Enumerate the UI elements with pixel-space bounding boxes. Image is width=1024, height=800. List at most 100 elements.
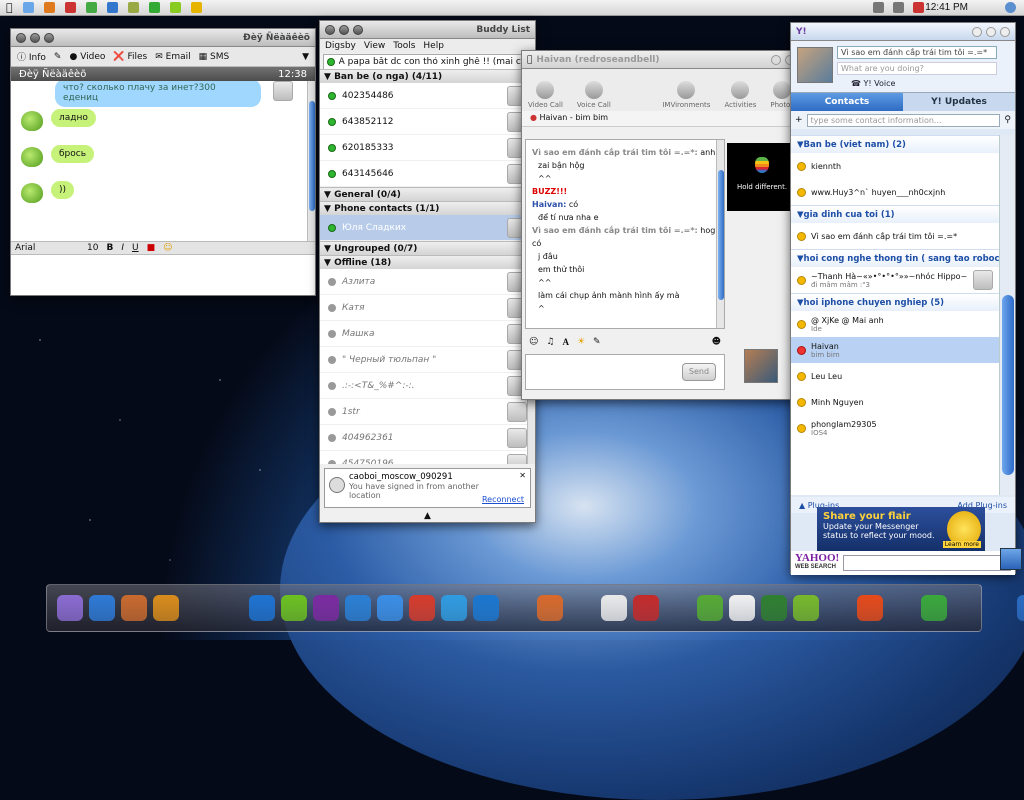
- contact-row[interactable]: @ XjKe @ Mai anh Ide: [791, 311, 999, 337]
- contact-row[interactable]: ~Thanh Hà~«»•°•°•°»»~nhóc Hippo~... đi mâ…: [791, 267, 999, 293]
- files-button[interactable]: ❌ Files: [113, 52, 147, 62]
- scroll-thumb[interactable]: [1002, 295, 1014, 475]
- group-header[interactable]: ▼ Ban be (o nga) (4/11): [320, 69, 535, 83]
- flag-icon[interactable]: [913, 2, 924, 13]
- resize-handle-icon[interactable]: [1000, 548, 1022, 570]
- dock-app-icon[interactable]: [409, 595, 435, 621]
- dock-app-icon[interactable]: [185, 595, 211, 621]
- apple-menu-icon[interactable]: : [6, 1, 13, 14]
- minimize-button[interactable]: [339, 24, 349, 35]
- apple-ad[interactable]: Hold different.: [727, 143, 797, 211]
- dock-app-icon[interactable]: [569, 595, 595, 621]
- group-header[interactable]: ▼ Phone contacts (1/1): [320, 201, 535, 215]
- group-header[interactable]: ▼ General (0/4): [320, 187, 535, 201]
- menu-digsby[interactable]: Digsby: [325, 41, 356, 51]
- dock-app-icon[interactable]: [1017, 595, 1024, 621]
- dock-app-icon[interactable]: [633, 595, 659, 621]
- font-select[interactable]: Arial: [15, 243, 79, 253]
- menubar-clock[interactable]: 12:41 PM: [925, 2, 968, 13]
- dock-app-icon[interactable]: [313, 595, 339, 621]
- voice-call-button[interactable]: Voice Call: [577, 81, 611, 109]
- underline-icon[interactable]: U: [132, 243, 139, 253]
- contact-row[interactable]: Vì sao em đánh cắp trái tim tôi =.=*: [791, 223, 999, 249]
- contact-row[interactable]: www.Huy3^n` huyen___nh0cxjnh: [791, 179, 999, 205]
- dock-app-icon[interactable]: [441, 595, 467, 621]
- close-button[interactable]: [16, 32, 26, 43]
- buddy-list-titlebar[interactable]: Buddy List: [320, 21, 535, 39]
- imvironments-button[interactable]: IMVironments: [662, 81, 710, 109]
- maximize-button[interactable]: [986, 26, 996, 37]
- audible-icon[interactable]: ♫: [546, 337, 554, 347]
- what-doing-field[interactable]: What are you doing?: [837, 62, 997, 75]
- contact-row[interactable]: kiennth: [791, 153, 999, 179]
- buddy-row[interactable]: 404962361: [320, 425, 535, 451]
- buddy-row[interactable]: Катя: [320, 295, 535, 321]
- yahoo-titlebar[interactable]: Y!: [791, 23, 1015, 41]
- buddy-row[interactable]: Машка: [320, 321, 535, 347]
- status-message[interactable]: Vì sao em đánh cắp trái tim tôi =.=*: [837, 46, 997, 59]
- collapse-icon[interactable]: ▲: [320, 511, 535, 521]
- menu-view[interactable]: View: [364, 41, 385, 51]
- scrollbar[interactable]: [999, 135, 1015, 495]
- dock-app-icon[interactable]: [761, 595, 787, 621]
- learn-more-button[interactable]: Learn more: [942, 541, 981, 548]
- font-icon[interactable]: A: [562, 337, 569, 347]
- buddy-row[interactable]: .:-:<T&_%#^:-:.: [320, 373, 535, 399]
- buddy-row[interactable]: " Черный тюльпан ": [320, 347, 535, 373]
- minimize-button[interactable]: [771, 54, 781, 65]
- yahoo-voice-link[interactable]: ☎ Y! Voice: [851, 79, 895, 88]
- chat2-titlebar[interactable]:  Haivan (redroseandbell): [522, 51, 800, 69]
- dock-app-icon[interactable]: [665, 595, 691, 621]
- group-header[interactable]: ▼ hoi cong nghe thong tin ( sang tao rob…: [791, 249, 999, 267]
- menu-tools[interactable]: Tools: [393, 41, 415, 51]
- video-call-button[interactable]: Video Call: [528, 81, 563, 109]
- dock-app-icon[interactable]: [281, 595, 307, 621]
- emoticon-icon[interactable]: ☺: [529, 337, 538, 347]
- send-button[interactable]: Send: [682, 363, 716, 381]
- dock-app-icon[interactable]: [249, 595, 275, 621]
- bold-icon[interactable]: B: [106, 243, 113, 253]
- group-header[interactable]: ▼ gia dinh cua toi (1): [791, 205, 999, 223]
- minimize-button[interactable]: [972, 26, 982, 37]
- im-icon[interactable]: ✎: [54, 52, 62, 62]
- dock-app-icon[interactable]: [57, 595, 83, 621]
- chat2-input[interactable]: Send: [525, 354, 725, 390]
- dock-app-icon[interactable]: [505, 595, 531, 621]
- dock-app-icon[interactable]: [601, 595, 627, 621]
- buddy-row[interactable]: 620185333: [320, 135, 535, 161]
- info-button[interactable]: ⓘ Info: [17, 50, 46, 63]
- contact-row[interactable]: Haivan bim bim: [791, 337, 999, 363]
- buddy-row[interactable]: 643145646: [320, 161, 535, 187]
- dock-app-icon[interactable]: [793, 595, 819, 621]
- group-header[interactable]: ▼ Ban be (viet nam) (2): [791, 135, 999, 153]
- dock-app-icon[interactable]: [473, 595, 499, 621]
- menubar-app-icon[interactable]: [148, 2, 160, 13]
- tab-updates[interactable]: Y! Updates: [903, 93, 1015, 111]
- tab-contacts[interactable]: Contacts: [791, 93, 903, 111]
- person-icon[interactable]: ☻: [712, 337, 721, 347]
- dock-app-icon[interactable]: [889, 595, 915, 621]
- buddy-row[interactable]: Азлита: [320, 269, 535, 295]
- web-search-input[interactable]: [843, 555, 1011, 571]
- reconnect-link[interactable]: Reconnect: [482, 495, 524, 504]
- buddy-row[interactable]: Юля Сладких: [320, 215, 535, 241]
- search-input[interactable]: type some contact information...: [806, 113, 1001, 127]
- dock-app-icon[interactable]: [921, 595, 947, 621]
- group-header[interactable]: ▼ Ungrouped (0/7): [320, 241, 535, 255]
- dock-app-icon[interactable]: [537, 595, 563, 621]
- activities-button[interactable]: Activities: [724, 81, 756, 109]
- dock-app-icon[interactable]: [121, 595, 147, 621]
- zoom-button[interactable]: [44, 32, 54, 43]
- zoom-button[interactable]: [353, 24, 363, 35]
- sun-icon[interactable]: ☀: [577, 337, 585, 347]
- sms-button[interactable]: ▦ SMS: [199, 52, 230, 62]
- dock-app-icon[interactable]: [697, 595, 723, 621]
- more-icon[interactable]: ▼: [302, 52, 309, 62]
- group-header[interactable]: ▼ hoi iphone chuyen nghiep (5): [791, 293, 999, 311]
- font-size-select[interactable]: 10: [87, 243, 98, 253]
- dock-app-icon[interactable]: [729, 595, 755, 621]
- dock-app-icon[interactable]: [953, 595, 979, 621]
- chat-window-titlebar[interactable]: Ðèÿ Ñëàäêèõ: [11, 29, 315, 47]
- scrollbar[interactable]: [307, 81, 315, 241]
- buddy-row[interactable]: 643852112: [320, 109, 535, 135]
